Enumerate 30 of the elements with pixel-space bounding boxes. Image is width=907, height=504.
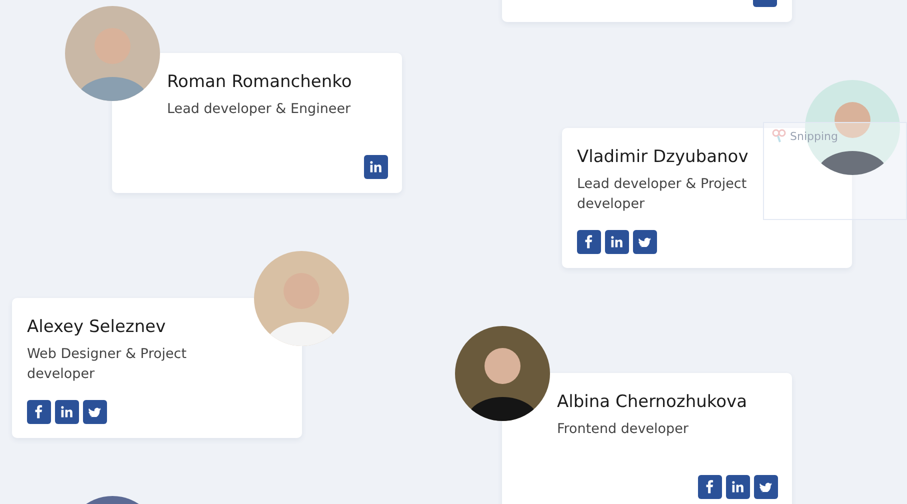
twitter-button[interactable] — [83, 400, 107, 424]
facebook-button[interactable] — [698, 475, 722, 499]
linkedin-button[interactable] — [55, 400, 79, 424]
linkedin-button[interactable] — [364, 155, 388, 179]
facebook-icon — [706, 480, 714, 494]
twitter-button[interactable] — [754, 475, 778, 499]
linkedin-button[interactable] — [605, 230, 629, 254]
scissors-icon — [772, 129, 786, 143]
linkedin-button[interactable] — [726, 475, 750, 499]
facebook-icon — [585, 235, 593, 249]
linkedin-icon — [732, 481, 744, 493]
member-name: Albina Chernozhukova — [557, 391, 748, 414]
facebook-button[interactable] — [577, 230, 601, 254]
member-role: Lead developer & Project developer — [577, 175, 748, 214]
linkedin-icon — [611, 236, 623, 248]
member-role: Frontend developer — [557, 420, 690, 440]
member-name: Vladimir Dzyubanov — [577, 146, 750, 168]
twitter-button[interactable] — [633, 230, 657, 254]
member-role: Lead developer & Engineer — [167, 100, 352, 120]
member-name: Roman Romanchenko — [167, 71, 353, 94]
twitter-icon — [88, 406, 102, 418]
member-name: Alexey Seleznev — [27, 316, 167, 338]
twitter-icon — [759, 482, 773, 492]
facebook-icon — [35, 405, 43, 419]
linkedin-icon — [370, 161, 382, 173]
twitter-icon — [638, 236, 652, 248]
overlay-title: Snipping — [790, 129, 838, 145]
facebook-button[interactable] — [27, 400, 51, 424]
linkedin-icon — [61, 406, 73, 418]
member-role: Web Designer & Project developer — [27, 345, 188, 384]
